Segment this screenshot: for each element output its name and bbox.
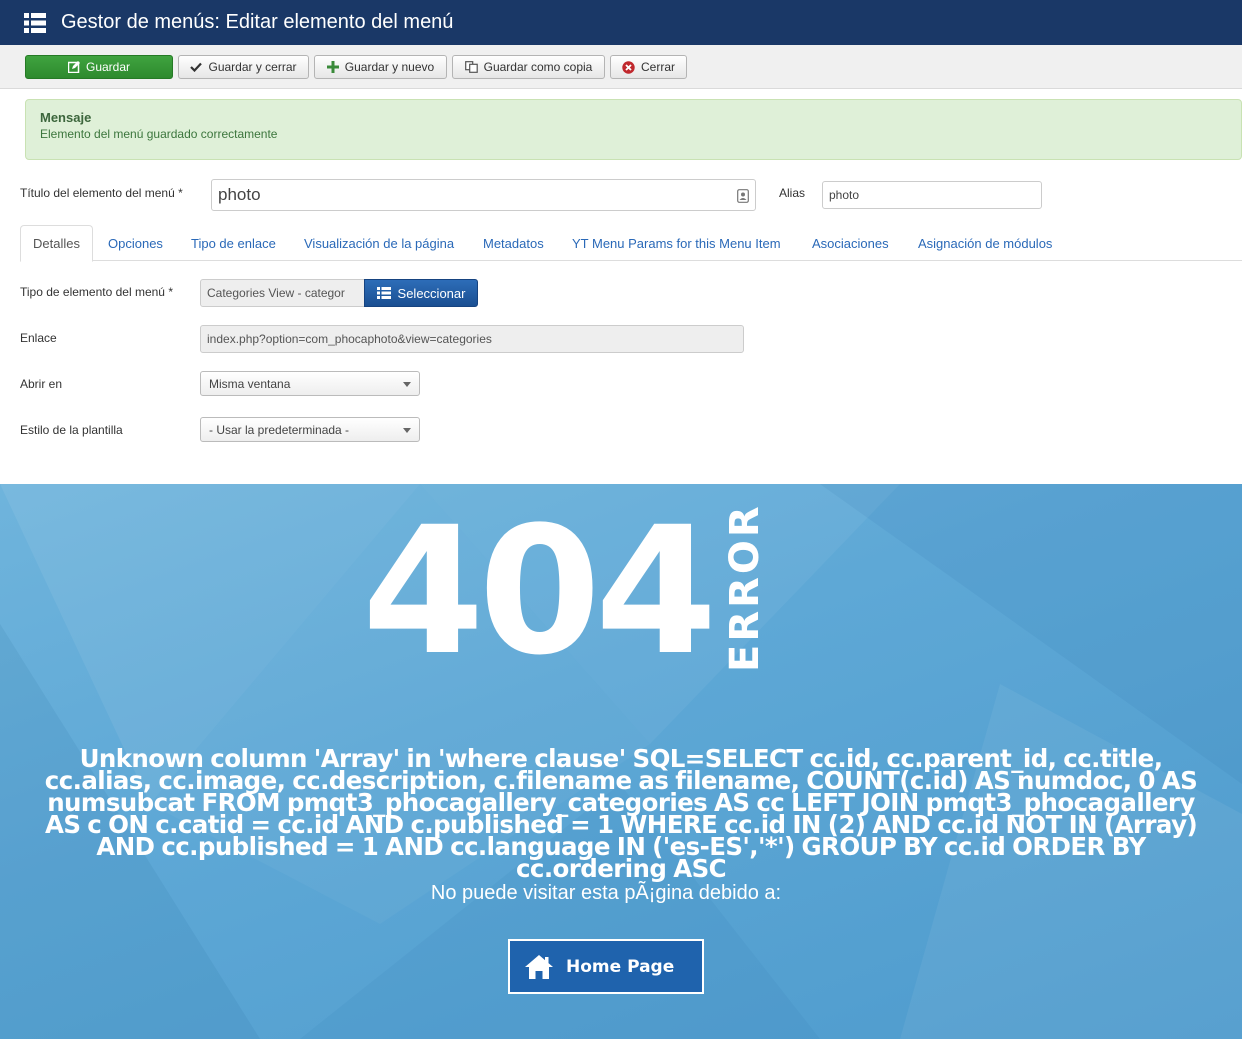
link-field: index.php?option=com_phocaphoto&view=cat…: [200, 325, 744, 353]
toolbar: Guardar Guardar y cerrar Guardar y nuevo…: [0, 45, 1242, 89]
list-icon: [376, 287, 391, 299]
select-type-label: Seleccionar: [397, 285, 466, 301]
save-copy-button[interactable]: Guardar como copia: [452, 55, 605, 79]
tab-details[interactable]: Detalles: [20, 225, 93, 262]
home-page-label: Home Page: [566, 956, 675, 977]
plus-icon: [326, 61, 339, 73]
chevron-down-icon: [403, 427, 411, 433]
sql-error-message: Unknown column 'Array' in 'where clause'…: [44, 744, 1198, 883]
close-label: Cerrar: [640, 60, 675, 74]
tab-module-assignment[interactable]: Asignación de módulos: [918, 225, 1052, 261]
title-input-value: photo: [218, 185, 261, 204]
alias-input-value: photo: [829, 188, 860, 202]
error-page: 404 ERROR Unknown column 'Array' in 'whe…: [0, 484, 1242, 1039]
cannot-visit-text: No puede visitar esta pÃ¡gina debido a:: [430, 882, 782, 904]
copy-icon: [464, 61, 478, 73]
open-in-label: Abrir en: [20, 377, 63, 391]
close-button[interactable]: Cerrar: [610, 55, 687, 79]
check-icon: [190, 62, 203, 72]
save-close-button[interactable]: Guardar y cerrar: [178, 55, 309, 79]
chevron-down-icon: [403, 381, 411, 387]
tab-options[interactable]: Opciones: [108, 225, 163, 261]
link-value: index.php?option=com_phocaphoto&view=cat…: [207, 332, 492, 346]
cancel-icon: [622, 60, 635, 74]
tab-yt-menu-params[interactable]: YT Menu Params for this Menu Item: [572, 225, 781, 261]
title-input[interactable]: photo: [211, 179, 756, 211]
menu-item-type-value: Categories View - categor: [207, 286, 345, 300]
success-message: Mensaje Elemento del menú guardado corre…: [25, 99, 1242, 160]
template-style-select[interactable]: - Usar la predeterminada -: [200, 417, 420, 442]
alias-input[interactable]: photo: [822, 181, 1042, 209]
edit-icon: [67, 61, 80, 73]
save-copy-label: Guardar como copia: [483, 60, 593, 74]
menu-item-type-label: Tipo de elemento del menú *: [20, 285, 173, 299]
open-in-value: Misma ventana: [209, 376, 291, 391]
tab-associations[interactable]: Asociaciones: [812, 225, 889, 261]
open-in-select[interactable]: Misma ventana: [200, 371, 420, 396]
link-label: Enlace: [20, 331, 57, 345]
tab-metadata[interactable]: Metadatos: [483, 225, 544, 261]
home-page-button[interactable]: Home Page: [508, 939, 704, 994]
tab-bar: Detalles Opciones Tipo de enlace Visuali…: [20, 225, 1242, 262]
error-word: ERROR: [722, 503, 768, 672]
message-heading: Mensaje: [40, 110, 92, 125]
save-new-label: Guardar y nuevo: [344, 60, 435, 74]
list-icon: [24, 12, 46, 33]
title-label: Título del elemento del menú *: [20, 186, 183, 200]
save-button[interactable]: Guardar: [25, 55, 173, 79]
tab-page-display[interactable]: Visualización de la página: [304, 225, 454, 261]
save-button-label: Guardar: [85, 60, 131, 74]
save-new-button[interactable]: Guardar y nuevo: [314, 55, 447, 79]
menu-item-type-field: Categories View - categor: [200, 279, 365, 307]
contact-card-icon: [737, 188, 749, 208]
save-close-label: Guardar y cerrar: [208, 60, 297, 74]
admin-header: Gestor de menús: Editar elemento del men…: [0, 0, 1242, 45]
template-style-label: Estilo de la plantilla: [20, 423, 123, 437]
home-icon: [524, 954, 554, 980]
message-text: Elemento del menú guardado correctamente: [40, 127, 278, 141]
select-type-button[interactable]: Seleccionar: [364, 279, 478, 307]
template-style-value: - Usar la predeterminada -: [209, 422, 350, 437]
error-code: 404: [362, 489, 717, 694]
alias-label: Alias: [779, 186, 806, 200]
page-title: Gestor de menús: Editar elemento del men…: [61, 11, 454, 33]
tab-link-type[interactable]: Tipo de enlace: [191, 225, 276, 261]
